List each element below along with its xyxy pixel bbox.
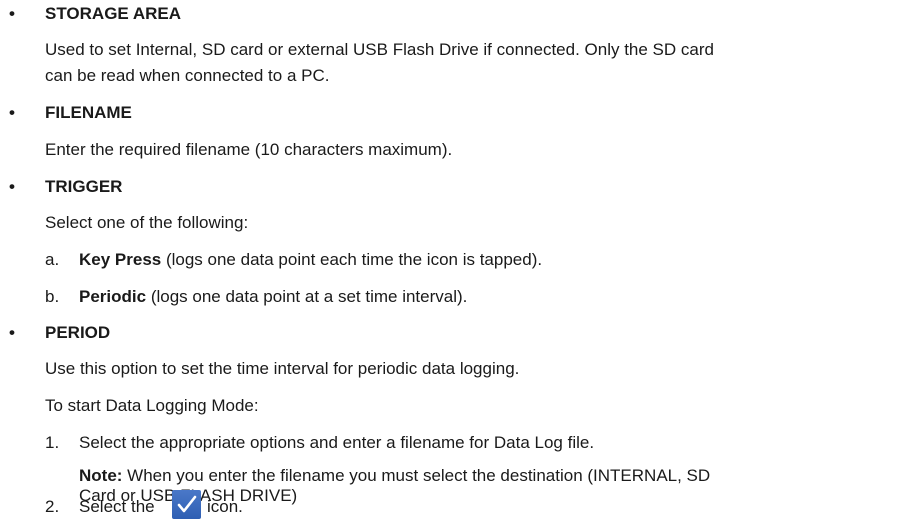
start-data-logging-heading: To start Data Logging Mode: xyxy=(45,396,259,415)
heading-period: PERIOD xyxy=(45,323,111,342)
heading-filename: FILENAME xyxy=(45,103,132,122)
option-key-press-label: Key Press xyxy=(79,250,162,269)
checkmark-icon xyxy=(172,490,201,519)
step-1-text: Select the appropriate options and enter… xyxy=(79,433,595,452)
option-marker-b: b. xyxy=(45,287,60,306)
note-text-line-1: When you enter the filename you must sel… xyxy=(122,466,711,485)
period-description: Use this option to set the time interval… xyxy=(45,359,520,378)
note-label: Note: xyxy=(79,466,123,485)
storage-area-description-line-1: Used to set Internal, SD card or externa… xyxy=(45,40,714,59)
option-periodic-description: (logs one data point at a set time inter… xyxy=(146,287,468,306)
filename-description: Enter the required filename (10 characte… xyxy=(45,140,453,159)
bullet-trigger: • xyxy=(9,177,15,196)
bullet-period: • xyxy=(9,323,15,342)
step-2-text-after: icon. xyxy=(207,497,243,516)
option-periodic: Periodic (logs one data point at a set t… xyxy=(79,287,467,307)
trigger-description: Select one of the following: xyxy=(45,213,249,232)
option-periodic-label: Periodic xyxy=(79,287,147,306)
option-key-press: Key Press (logs one data point each time… xyxy=(79,250,542,270)
option-key-press-description: (logs one data point each time the icon … xyxy=(161,250,543,269)
step-number-2: 2. xyxy=(45,497,60,516)
bullet-filename: • xyxy=(9,103,15,122)
bullet-storage-area: • xyxy=(9,4,15,23)
option-marker-a: a. xyxy=(45,250,60,269)
step-2-text-before: Select the xyxy=(79,497,155,516)
storage-area-description-line-2: can be read when connected to a PC. xyxy=(45,66,330,85)
heading-trigger: TRIGGER xyxy=(45,177,123,196)
step-1-note: Note: When you enter the filename you mu… xyxy=(79,466,710,486)
step-number-1: 1. xyxy=(45,433,60,452)
heading-storage-area: STORAGE AREA xyxy=(45,4,182,23)
